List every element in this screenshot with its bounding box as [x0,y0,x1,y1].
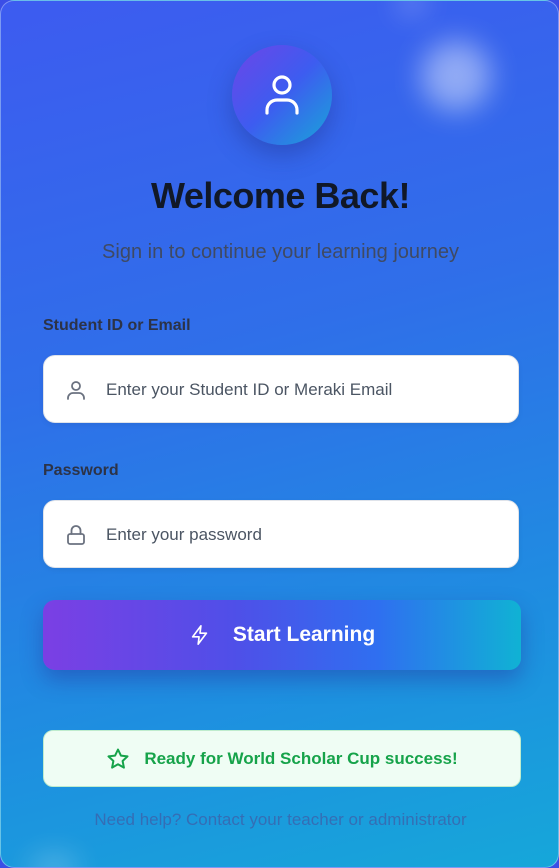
decorative-blob [29,853,79,867]
page-title: Welcome Back! [151,175,410,216]
start-learning-label: Start Learning [232,623,376,646]
student-id-label: Student ID or Email [43,317,191,334]
banner-text: Ready for World Scholar Cup success! [144,748,458,768]
page-subtitle: Sign in to continue your learning journe… [102,241,459,263]
decorative-blob [399,1,425,15]
start-learning-button[interactable]: Start Learning [43,600,521,670]
success-banner: Ready for World Scholar Cup success! [43,730,521,787]
student-id-input[interactable] [104,356,508,424]
user-icon [67,381,85,400]
password-label: Password [43,462,119,479]
student-id-field[interactable] [43,355,519,424]
lightning-icon [191,625,208,645]
password-field[interactable] [43,500,519,569]
password-input[interactable] [104,501,508,569]
avatar [232,45,332,145]
lock-icon [67,525,85,545]
user-icon [265,75,299,115]
decorative-blob [421,41,491,111]
login-card: Welcome Back! Sign in to continue your l… [0,0,559,868]
help-text: Need help? Contact your teacher or admin… [94,810,467,829]
star-icon [107,748,129,769]
